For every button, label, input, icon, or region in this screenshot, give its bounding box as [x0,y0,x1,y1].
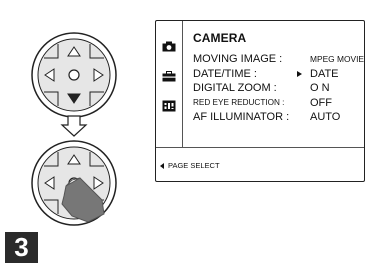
center-button-icon [68,69,80,81]
menu-row-label: DIGITAL ZOOM : [193,82,277,94]
camera-menu-panel: CAMERA MOVING IMAGE : MPEG MOVIE DATE/TI… [155,20,365,182]
menu-row-label: AF ILLUMINATOR : [193,111,290,123]
menu-row-moving-image[interactable]: MOVING IMAGE : MPEG MOVIE [193,52,364,67]
step-number: 3 [14,232,29,262]
menu-row-value: DATE [310,67,339,80]
setup-tab[interactable] [160,97,178,115]
page-select-hint: PAGE SELECT [160,161,220,170]
menu-row-label: RED EYE REDUCTION : [193,97,285,107]
setup-icon [162,100,176,112]
menu-row-label: MOVING IMAGE : [193,53,283,65]
footer-divider [156,147,364,148]
menu-row-value: OFF [310,96,332,109]
menu-tab-column [156,21,182,147]
control-pad-diagram [31,32,117,226]
camera-icon [162,41,176,51]
menu-row-digital-zoom[interactable]: DIGITAL ZOOM : O N [193,81,361,96]
menu-row-red-eye-reduction[interactable]: RED EYE REDUCTION : OFF [193,96,361,111]
menu-row-value: AUTO [310,111,341,123]
step-number-badge: 3 [5,232,38,263]
control-pad-top [31,32,117,118]
menu-rows: MOVING IMAGE : MPEG MOVIE DATE/TIME : DA… [193,52,364,125]
left-triangle-icon [160,162,164,169]
toolbox-icon [162,70,176,81]
camera-tab[interactable] [160,37,178,55]
menu-row-af-illuminator[interactable]: AF ILLUMINATOR : AUTO [193,110,361,125]
page-select-label: PAGE SELECT [168,161,220,170]
control-pad-bottom [31,140,117,226]
menu-title: CAMERA [193,31,247,45]
menu-row-date-time[interactable]: DATE/TIME : DATE [193,67,361,82]
down-arrow-indicator-icon [60,115,88,137]
toolbox-tab[interactable] [160,67,178,85]
menu-row-value: O N [310,82,330,94]
selection-cursor-icon [297,70,302,77]
menu-row-label: DATE/TIME : [193,67,257,80]
menu-row-value: MPEG MOVIE [310,54,364,64]
tab-divider [182,21,183,147]
